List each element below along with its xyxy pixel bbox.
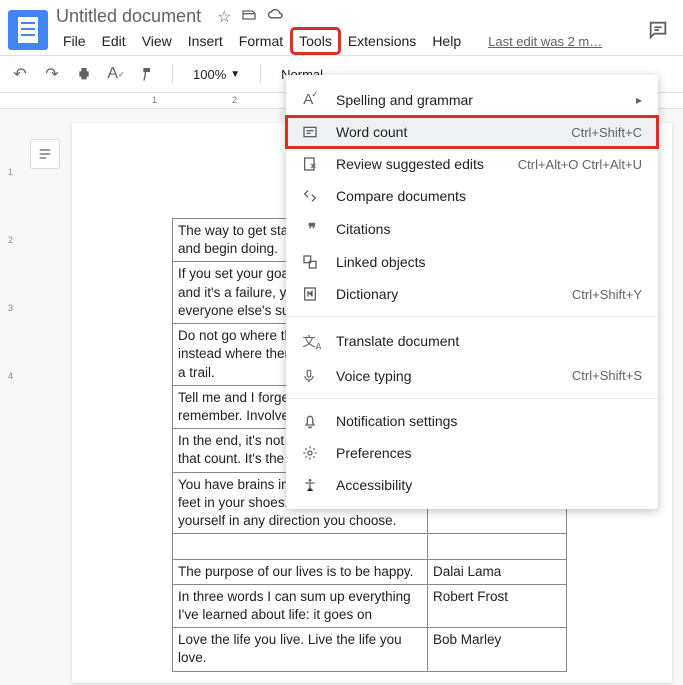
menu-extensions[interactable]: Extensions: [341, 29, 423, 53]
cit-icon: ❞: [302, 220, 322, 238]
menu-compare-documents[interactable]: Compare documents: [286, 180, 658, 212]
tools-dropdown: A✓Spelling and grammar▸Word countCtrl+Sh…: [286, 75, 658, 509]
menu-accessibility[interactable]: Accessibility: [286, 469, 658, 501]
outline-toggle[interactable]: [30, 139, 60, 169]
menu-format[interactable]: Format: [232, 29, 290, 53]
table-row[interactable]: In three words I can sum up everything I…: [173, 584, 567, 627]
undo-icon[interactable]: ↶: [8, 62, 32, 86]
menu-voice-typing[interactable]: Voice typingCtrl+Shift+S: [286, 360, 658, 392]
last-edit-link[interactable]: Last edit was 2 m…: [488, 34, 602, 49]
docs-logo[interactable]: [8, 10, 48, 50]
gear-icon: [302, 445, 322, 461]
menu-translate-document[interactable]: 文ATranslate document: [286, 323, 658, 360]
menu-tools[interactable]: Tools: [292, 29, 339, 53]
comments-icon[interactable]: [641, 13, 675, 47]
document-title[interactable]: Untitled document: [56, 6, 201, 27]
zoom-select[interactable]: 100% ▼: [185, 63, 248, 86]
menu-view[interactable]: View: [135, 29, 179, 53]
link-icon: [302, 254, 322, 270]
menu-linked-objects[interactable]: Linked objects: [286, 246, 658, 278]
vertical-ruler[interactable]: 1234: [8, 109, 22, 683]
move-icon[interactable]: [241, 7, 257, 27]
bell-icon: [302, 413, 322, 429]
star-icon[interactable]: ☆: [217, 7, 231, 27]
paint-format-icon[interactable]: [136, 62, 160, 86]
print-icon[interactable]: [72, 62, 96, 86]
A-icon: A✓: [302, 91, 322, 108]
table-row[interactable]: Love the life you live. Live the life yo…: [173, 628, 567, 671]
dict-icon: [302, 286, 322, 302]
menu-review-suggested-edits[interactable]: Review suggested editsCtrl+Alt+O Ctrl+Al…: [286, 148, 658, 180]
cmp-icon: [302, 188, 322, 204]
menu-help[interactable]: Help: [425, 29, 468, 53]
menu-citations[interactable]: ❞Citations: [286, 212, 658, 246]
menu-dictionary[interactable]: DictionaryCtrl+Shift+Y: [286, 278, 658, 310]
spellcheck-icon[interactable]: A✓: [104, 62, 128, 86]
menu-notification-settings[interactable]: Notification settings: [286, 405, 658, 437]
menu-spelling-and-grammar[interactable]: A✓Spelling and grammar▸: [286, 83, 658, 116]
rev-icon: [302, 156, 322, 172]
wc-icon: [302, 124, 322, 140]
menu-file[interactable]: File: [56, 29, 93, 53]
tr-icon: 文A: [302, 331, 322, 352]
menu-word-count[interactable]: Word countCtrl+Shift+C: [286, 116, 658, 148]
table-row[interactable]: The purpose of our lives is to be happy.…: [173, 559, 567, 584]
menu-edit[interactable]: Edit: [95, 29, 133, 53]
mic-icon: [302, 368, 322, 384]
chevron-right-icon: ▸: [636, 93, 642, 107]
table-row[interactable]: [173, 534, 567, 559]
cloud-icon[interactable]: [267, 7, 285, 27]
redo-icon[interactable]: ↷: [40, 62, 64, 86]
menu-insert[interactable]: Insert: [181, 29, 230, 53]
acc-icon: [302, 477, 322, 493]
menu-preferences[interactable]: Preferences: [286, 437, 658, 469]
